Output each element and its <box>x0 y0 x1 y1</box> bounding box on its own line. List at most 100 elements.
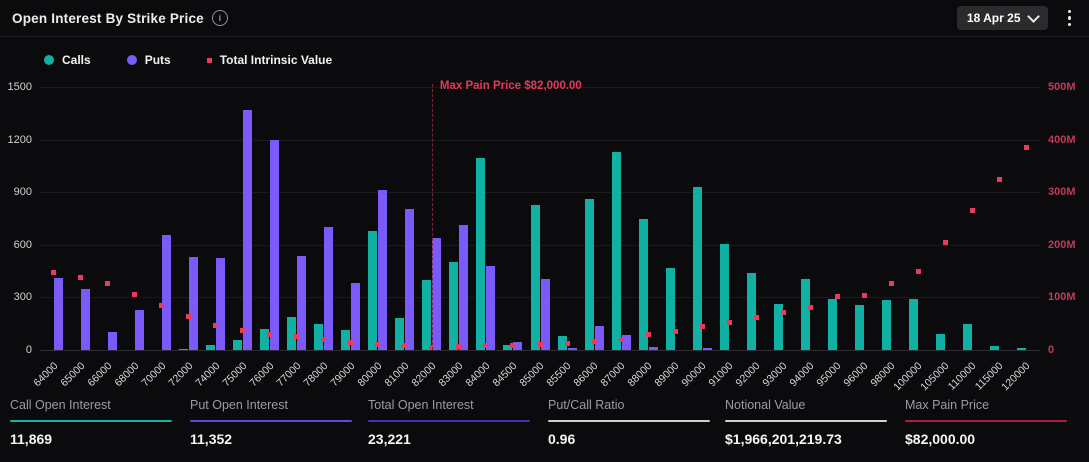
y-axis-right-tick: 100M <box>1048 291 1076 304</box>
y-axis-right-tick: 200M <box>1048 238 1076 251</box>
y-axis-right-tick: 500M <box>1048 81 1076 93</box>
gridline <box>40 244 1040 246</box>
intrinsic-marker-icon <box>206 57 212 63</box>
call-bar <box>665 268 675 350</box>
y-axis-right-tick: 300M <box>1048 186 1076 199</box>
put-bar <box>189 257 199 350</box>
intrinsic-value-point <box>105 280 111 286</box>
put-bar <box>432 237 442 350</box>
call-bar <box>854 305 864 350</box>
intrinsic-value-point <box>888 280 894 286</box>
y-axis-right-tick: 0 <box>1048 344 1055 356</box>
intrinsic-value-point <box>456 344 462 350</box>
summary-stats: Call Open Interest 11,869 Put Open Inter… <box>0 398 1089 462</box>
put-bar <box>405 208 415 350</box>
call-bar <box>179 349 189 350</box>
chart-legend: Calls Puts Total Intrinsic Value <box>44 53 332 67</box>
info-icon[interactable]: i <box>211 10 228 26</box>
stat-value: 11,352 <box>190 431 233 447</box>
intrinsic-value-point <box>537 341 543 347</box>
stat-put-open-interest: Put Open Interest 11,352 <box>190 398 355 447</box>
stat-underline <box>905 420 1067 422</box>
expiry-date-selector[interactable]: 18 Apr 25 <box>956 6 1048 30</box>
intrinsic-value-point <box>780 309 786 315</box>
y-axis-left-tick: 600 <box>13 238 32 251</box>
legend-item-puts[interactable]: Puts <box>126 53 171 67</box>
stat-underline <box>190 420 352 422</box>
intrinsic-value-point <box>726 319 732 325</box>
call-bar <box>233 340 243 350</box>
call-bar <box>989 346 999 350</box>
stat-call-open-interest: Call Open Interest 11,869 <box>10 398 175 447</box>
call-bar <box>719 243 729 350</box>
stat-total-open-interest: Total Open Interest 23,221 <box>368 398 533 447</box>
intrinsic-value-point <box>699 324 705 330</box>
intrinsic-value-point <box>672 329 678 335</box>
put-bar <box>486 265 496 350</box>
put-bar <box>567 348 577 350</box>
intrinsic-value-point <box>861 292 867 298</box>
call-bar <box>638 218 648 350</box>
call-bar <box>962 323 972 350</box>
stat-value: 11,869 <box>10 431 53 447</box>
stat-value: $1,966,201,219.73 <box>725 431 842 447</box>
legend-label: Calls <box>62 53 91 67</box>
intrinsic-value-point <box>267 331 273 337</box>
intrinsic-value-point <box>996 176 1002 182</box>
stat-value: $82,000.00 <box>905 431 976 447</box>
put-bar <box>108 332 118 350</box>
intrinsic-value-point <box>348 339 354 345</box>
stat-label: Call Open Interest <box>10 398 111 412</box>
stat-underline <box>725 420 887 422</box>
call-bar <box>449 262 459 350</box>
call-bar <box>746 272 756 350</box>
max-pain-line <box>431 84 433 350</box>
chart-plot: 0 0 300 100M 600 200M 900 300M 1200 400M 1500 500M 6… <box>0 72 1089 398</box>
y-axis-left-tick: 900 <box>13 186 32 199</box>
put-bar <box>54 278 63 350</box>
put-bar <box>81 288 91 350</box>
stat-underline <box>548 420 710 422</box>
intrinsic-value-point <box>591 339 597 345</box>
y-axis-left-tick: 1200 <box>7 133 32 146</box>
call-bar <box>611 151 621 350</box>
stat-max-pain-price: Max Pain Price $82,000.00 <box>905 398 1070 447</box>
intrinsic-value-point <box>618 336 624 342</box>
intrinsic-value-point <box>294 334 300 340</box>
intrinsic-value-point <box>915 268 921 274</box>
intrinsic-value-point <box>159 303 165 309</box>
intrinsic-value-point <box>510 342 516 348</box>
call-bar <box>1016 348 1026 350</box>
intrinsic-value-point <box>240 327 246 333</box>
x-axis-line <box>40 350 1040 351</box>
intrinsic-value-point <box>834 294 840 300</box>
stat-label: Max Pain Price <box>905 398 990 412</box>
gridline <box>40 192 1040 194</box>
intrinsic-value-point <box>942 239 948 245</box>
y-axis-right-tick: 400M <box>1048 133 1076 146</box>
call-bar <box>908 299 918 350</box>
intrinsic-value-point <box>969 208 975 214</box>
intrinsic-value-point <box>78 275 84 281</box>
call-bar <box>206 344 216 350</box>
call-bar <box>584 199 594 350</box>
put-bar <box>702 348 712 350</box>
legend-item-calls[interactable]: Calls <box>44 53 91 67</box>
put-bar <box>135 309 145 350</box>
call-bar <box>800 278 810 350</box>
put-bar <box>243 109 253 350</box>
max-pain-label: Max Pain Price $82,000.00 <box>439 80 582 92</box>
put-bar <box>540 278 550 350</box>
call-bar <box>827 299 837 350</box>
kebab-menu-icon[interactable] <box>1062 7 1078 30</box>
intrinsic-value-point <box>753 315 759 321</box>
legend-item-intrinsic[interactable]: Total Intrinsic Value <box>206 53 332 67</box>
expiry-date-value: 18 Apr 25 <box>966 11 1021 25</box>
intrinsic-value-point <box>483 343 489 349</box>
intrinsic-value-point <box>132 292 138 298</box>
intrinsic-value-point <box>564 340 570 346</box>
call-bar <box>476 158 486 350</box>
chevron-down-icon <box>1026 9 1040 23</box>
intrinsic-value-point <box>1023 144 1029 150</box>
put-bar <box>378 189 388 350</box>
